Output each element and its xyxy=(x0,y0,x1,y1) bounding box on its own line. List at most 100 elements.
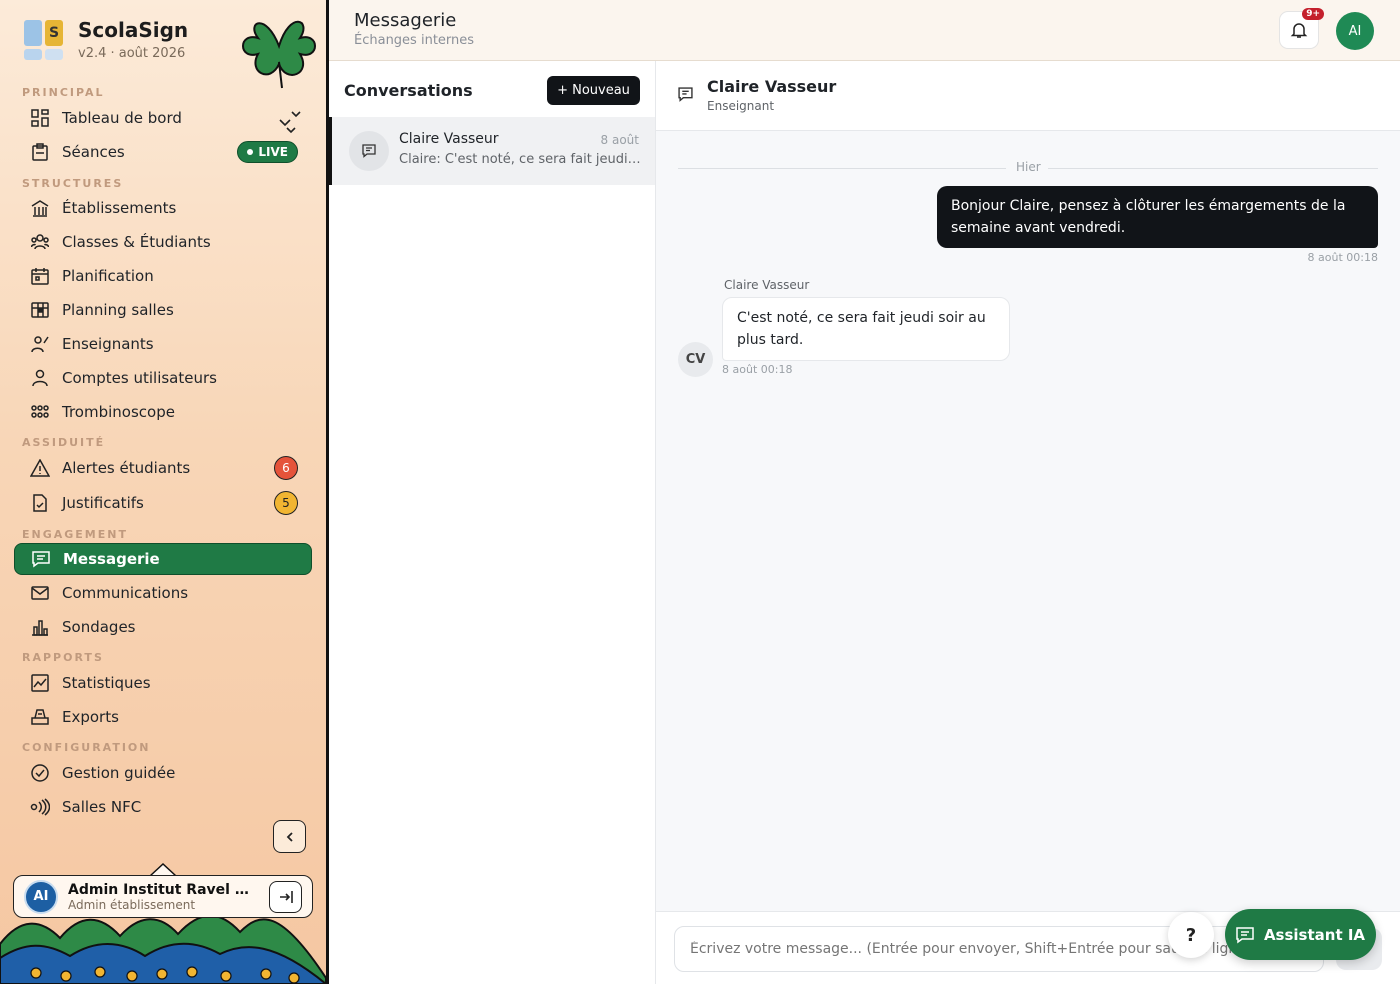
section-title-rapports: RAPPORTS xyxy=(22,651,104,664)
teacher-icon xyxy=(30,334,50,354)
sidebar-item-label: Classes & Étudiants xyxy=(62,233,211,251)
sidebar-item-label: Séances xyxy=(62,143,125,161)
nfc-icon xyxy=(30,797,50,817)
collapse-sidebar-button[interactable] xyxy=(273,820,306,853)
chat-contact-name: Claire Vasseur xyxy=(707,77,837,96)
sidebar: S ScolaSign v2.4 · août 2026 PRINCIPAL T… xyxy=(0,0,326,984)
sidebar-item-label: Planification xyxy=(62,267,154,285)
avatar: CV xyxy=(678,342,713,377)
conversation-item[interactable]: Claire Vasseur 8 août Claire: C'est noté… xyxy=(329,117,655,185)
assistant-ia-button[interactable]: Assistant IA xyxy=(1225,909,1376,960)
page-subtitle: Échanges internes xyxy=(354,33,475,48)
incoming-message: C'est noté, ce sera fait jeudi soir au p… xyxy=(722,297,1010,361)
sidebar-item-label: Salles NFC xyxy=(62,798,142,816)
message-author: Claire Vasseur xyxy=(724,278,810,292)
assistant-ia-label: Assistant IA xyxy=(1263,925,1366,944)
mail-icon xyxy=(30,583,50,603)
section-title-configuration: CONFIGURATION xyxy=(22,741,151,754)
sidebar-item-etablissements[interactable]: Établissements xyxy=(14,192,312,224)
sidebar-item-comptes[interactable]: Comptes utilisateurs xyxy=(14,362,312,394)
chevron-left-icon xyxy=(286,831,293,842)
sidebar-item-seances[interactable]: Séances LIVE xyxy=(14,136,312,168)
sidebar-item-enseignants[interactable]: Enseignants xyxy=(14,328,312,360)
sidebar-item-gestion-guidee[interactable]: Gestion guidée xyxy=(14,757,312,789)
app-name: ScolaSign xyxy=(78,18,189,42)
line-chart-icon xyxy=(30,673,50,693)
conversations-panel: Conversations + Nouveau Claire Vasseur 8… xyxy=(329,61,656,984)
building-icon xyxy=(30,198,50,218)
sidebar-item-trombinoscope[interactable]: Trombinoscope xyxy=(14,396,312,428)
help-button[interactable]: ? xyxy=(1168,912,1214,958)
sidebar-item-alertes[interactable]: Alertes étudiants 6 xyxy=(14,452,312,484)
user-name: Admin Institut Ravel For... xyxy=(68,881,254,898)
sidebar-item-salles-nfc[interactable]: Salles NFC xyxy=(14,791,312,823)
section-title-engagement: ENGAGEMENT xyxy=(22,528,128,541)
justificatif-count-badge: 5 xyxy=(274,491,298,515)
faces-grid-icon xyxy=(30,402,50,422)
grid-calendar-icon xyxy=(30,300,50,320)
sidebar-item-label: Statistiques xyxy=(62,674,151,692)
page-title: Messagerie xyxy=(354,10,457,31)
users-icon xyxy=(30,232,50,252)
user-icon xyxy=(30,368,50,388)
sidebar-item-classes[interactable]: Classes & Étudiants xyxy=(14,226,312,258)
sidebar-item-label: Trombinoscope xyxy=(62,403,175,421)
sidebar-item-communications[interactable]: Communications xyxy=(14,577,312,609)
sidebar-item-sondages[interactable]: Sondages xyxy=(14,611,312,643)
chat-header: Claire Vasseur Enseignant xyxy=(656,61,1400,131)
sidebar-item-statistiques[interactable]: Statistiques xyxy=(14,667,312,699)
chevron-down-icon[interactable] xyxy=(278,108,304,134)
chat-messages: Hier Bonjour Claire, pensez à clôturer l… xyxy=(656,131,1400,911)
new-conversation-button[interactable]: + Nouveau xyxy=(547,76,640,105)
app-version: v2.4 · août 2026 xyxy=(78,46,186,61)
avatar[interactable]: AI xyxy=(1336,12,1374,50)
logout-button[interactable] xyxy=(269,881,302,913)
message-icon xyxy=(678,87,693,102)
document-check-icon xyxy=(30,493,50,513)
bar-chart-icon xyxy=(30,617,50,637)
sidebar-item-planning-salles[interactable]: Planning salles xyxy=(14,294,312,326)
message-time: 8 août 00:18 xyxy=(1307,251,1378,264)
brand[interactable]: S ScolaSign v2.4 · août 2026 xyxy=(24,18,188,61)
sidebar-item-label: Gestion guidée xyxy=(62,764,176,782)
live-badge: LIVE xyxy=(237,141,298,163)
bell-icon xyxy=(1290,23,1308,38)
avatar: AI xyxy=(24,879,58,914)
sidebar-item-planification[interactable]: Planification xyxy=(14,260,312,292)
calendar-icon xyxy=(30,266,50,286)
message-time: 8 août 00:18 xyxy=(722,363,793,376)
sidebar-item-exports[interactable]: Exports xyxy=(14,701,312,733)
sidebar-item-justificatifs[interactable]: Justificatifs 5 xyxy=(14,487,312,519)
sidebar-item-label: Justificatifs xyxy=(62,494,144,512)
sidebar-item-dashboard[interactable]: Tableau de bord xyxy=(14,102,312,134)
outgoing-message: Bonjour Claire, pensez à clôturer les ém… xyxy=(937,186,1378,248)
section-title-principal: PRINCIPAL xyxy=(22,86,105,99)
section-title-structures: STRUCTURES xyxy=(22,177,124,190)
sidebar-item-label: Comptes utilisateurs xyxy=(62,369,217,387)
warning-icon xyxy=(30,458,50,478)
message-icon xyxy=(31,549,51,569)
dashboard-icon xyxy=(30,108,50,128)
sidebar-item-messagerie[interactable]: Messagerie xyxy=(14,543,312,575)
export-icon xyxy=(30,707,50,727)
app-logo: S xyxy=(24,19,64,60)
sidebar-item-label: Communications xyxy=(62,584,189,602)
top-bar: Messagerie Échanges internes 9+ AI xyxy=(329,0,1400,61)
conversations-title: Conversations xyxy=(344,81,473,100)
notification-count-badge: 9+ xyxy=(1302,8,1324,20)
notifications-button[interactable]: 9+ xyxy=(1279,8,1324,49)
user-role: Admin établissement xyxy=(68,897,196,912)
sidebar-item-label: Alertes étudiants xyxy=(62,459,191,477)
message-icon xyxy=(349,131,389,171)
sidebar-item-label: Sondages xyxy=(62,618,136,636)
sidebar-item-label: Tableau de bord xyxy=(62,109,182,127)
sidebar-item-label: Exports xyxy=(62,708,119,726)
user-card[interactable]: AI Admin Institut Ravel For... Admin éta… xyxy=(13,875,313,918)
section-title-assiduite: ASSIDUITÉ xyxy=(22,436,106,449)
logout-icon xyxy=(279,891,293,903)
conversation-name: Claire Vasseur xyxy=(399,131,499,147)
day-separator: Hier xyxy=(678,160,1378,176)
message-icon xyxy=(1236,926,1254,943)
sidebar-item-label: Établissements xyxy=(62,199,177,217)
sidebar-item-label: Planning salles xyxy=(62,301,174,319)
